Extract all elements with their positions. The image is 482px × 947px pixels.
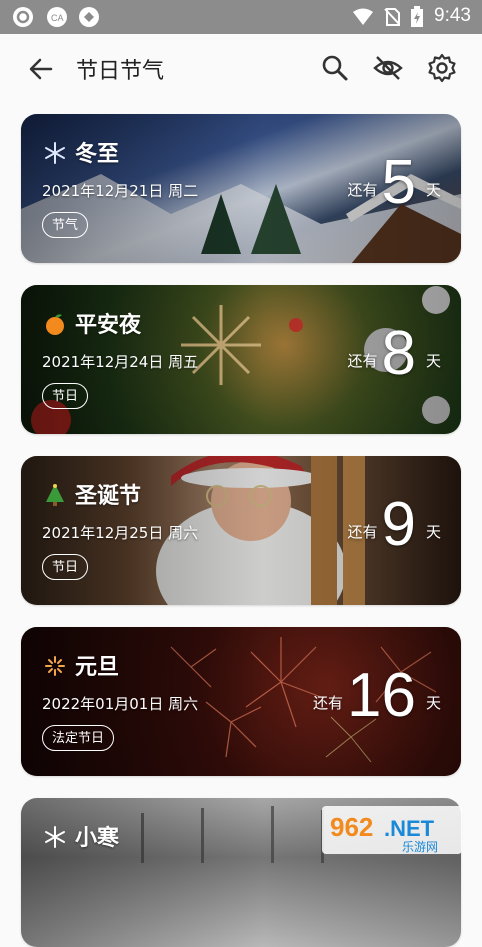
countdown-prefix: 还有 [347, 352, 378, 370]
svg-text:CA: CA [51, 13, 64, 23]
snowflake-icon [42, 824, 68, 850]
status-time: 9:43 [434, 5, 471, 26]
countdown-prefix: 还有 [347, 181, 378, 199]
category-tag: 法定节日 [42, 725, 115, 751]
festival-card-yuandan[interactable]: 元旦 2022年01月01日 周六 法定节日 还有 16 天 [21, 627, 461, 776]
christmas-tree-icon [42, 482, 68, 508]
app-notification-icon [13, 7, 33, 27]
app-bar: 节日节气 [0, 34, 482, 102]
festival-name: 元旦 [75, 655, 120, 680]
festival-card-shengdanjie[interactable]: 圣诞节 2021年12月25日 周六 节日 还有 9 天 [21, 456, 461, 605]
category-tag: 节日 [42, 383, 89, 409]
hide-visibility-icon[interactable] [373, 53, 403, 83]
tangerine-icon [42, 311, 68, 337]
festival-card-pinganye[interactable]: 平安夜 2021年12月24日 周五 节日 还有 8 天 [21, 285, 461, 434]
app-notification-icon: CA [47, 7, 67, 27]
countdown-days: 16 [347, 661, 416, 730]
festival-date: 2021年12月24日 周五 [42, 353, 199, 371]
countdown: 还有 8 天 [347, 319, 441, 389]
festival-name: 圣诞节 [75, 484, 142, 509]
festival-name: 冬至 [75, 142, 120, 167]
category-tag: 节日 [42, 554, 89, 580]
countdown-suffix: 天 [425, 523, 441, 541]
snowflake-icon [42, 140, 68, 166]
countdown-suffix: 天 [425, 352, 441, 370]
countdown: 还有 9 天 [347, 490, 441, 560]
countdown-prefix: 还有 [347, 523, 378, 541]
countdown-days: 5 [381, 148, 416, 217]
festival-name: 小寒 [75, 826, 120, 851]
svg-text:.NET: .NET [384, 816, 435, 841]
festival-date: 2021年12月25日 周六 [42, 524, 199, 542]
wifi-icon [353, 8, 373, 25]
back-arrow-icon[interactable] [26, 54, 56, 84]
svg-text:962: 962 [330, 812, 373, 842]
countdown-suffix: 天 [425, 694, 441, 712]
festival-name: 平安夜 [75, 313, 142, 338]
countdown: 还有 16 天 [313, 661, 441, 731]
status-bar: CA 9:43 [0, 0, 482, 34]
countdown-days: 9 [381, 490, 416, 559]
site-watermark-logo: 962 .NET 乐游网 [322, 806, 462, 854]
settings-gear-icon[interactable] [427, 53, 457, 83]
app-notification-icon [79, 7, 99, 27]
festival-card-dongzhi[interactable]: 冬至 2021年12月21日 周二 节气 还有 5 天 [21, 114, 461, 263]
firework-icon [42, 653, 68, 679]
battery-icon [411, 6, 423, 27]
page-title: 节日节气 [76, 59, 165, 84]
countdown-days: 8 [381, 319, 416, 388]
category-tag: 节气 [42, 212, 89, 238]
festival-date: 2022年01月01日 周六 [42, 695, 199, 713]
countdown: 还有 5 天 [347, 148, 441, 218]
festival-date: 2021年12月21日 周二 [42, 182, 199, 200]
search-icon[interactable] [320, 53, 350, 83]
no-sim-icon [384, 8, 400, 26]
svg-text:乐游网: 乐游网 [402, 840, 438, 854]
countdown-prefix: 还有 [313, 694, 344, 712]
countdown-suffix: 天 [425, 181, 441, 199]
